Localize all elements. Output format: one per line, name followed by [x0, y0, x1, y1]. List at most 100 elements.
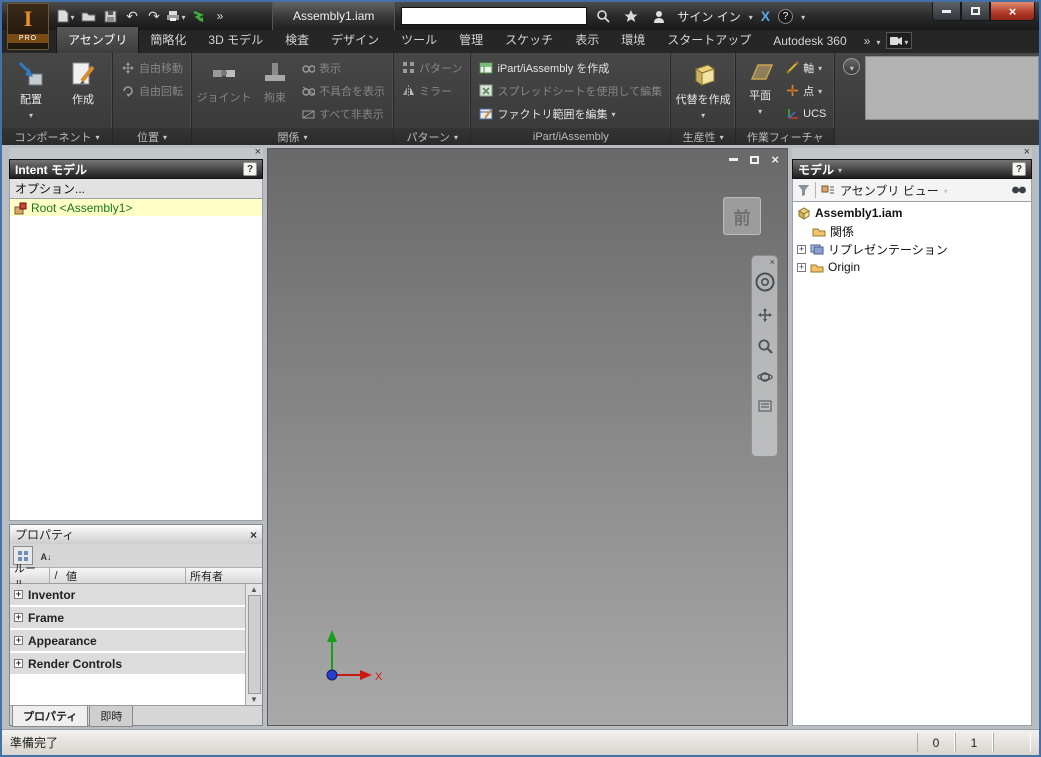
tab-view[interactable]: 表示 — [564, 27, 610, 53]
column-rule[interactable]: ルール — [10, 563, 50, 591]
pan-icon[interactable] — [757, 307, 773, 323]
navbar-menu-icon[interactable] — [758, 400, 772, 412]
group-label-relationships[interactable]: 関係 — [192, 128, 393, 145]
intent-options-link[interactable]: オプション... — [9, 179, 263, 199]
column-value[interactable]: 値 — [62, 568, 186, 583]
free-move-button[interactable]: 自由移動 — [117, 56, 187, 79]
view-mode-selector[interactable]: アセンブリ ビュー — [840, 182, 939, 199]
undo-button[interactable]: ↶ — [122, 5, 142, 27]
update-button[interactable] — [188, 5, 208, 27]
tab-environments[interactable]: 環境 — [610, 27, 656, 53]
minimize-button[interactable] — [932, 2, 961, 21]
expand-icon[interactable] — [14, 636, 23, 645]
help-dropdown-icon[interactable] — [801, 9, 805, 23]
edit-via-spreadsheet-button[interactable]: スプレッドシートを使用して編集 — [475, 79, 666, 102]
exchange-apps-icon[interactable]: X — [761, 8, 770, 24]
assembly-view-icon[interactable] — [821, 184, 835, 197]
tab-tools[interactable]: ツール — [390, 27, 448, 53]
model-header-dropdown-icon[interactable] — [838, 162, 842, 176]
tab-simplify[interactable]: 簡略化 — [139, 27, 197, 53]
toolbar-overflow-button[interactable]: » — [210, 5, 230, 27]
zoom-icon[interactable] — [757, 338, 773, 354]
property-row-inventor[interactable]: Inventor — [10, 584, 245, 607]
panel-grip[interactable] — [9, 148, 263, 159]
video-help-button[interactable] — [886, 32, 913, 49]
doc-minimize-icon[interactable] — [729, 158, 739, 161]
tree-node-assembly-root[interactable]: Assembly1.iam — [793, 204, 1031, 222]
find-icon[interactable] — [1011, 184, 1027, 196]
help-search-input[interactable] — [401, 7, 588, 25]
restore-button[interactable] — [961, 2, 990, 21]
edit-factory-scope-button[interactable]: ファクトリ範囲を編集 — [475, 102, 666, 125]
intent-help-button[interactable]: ? — [243, 162, 257, 176]
save-button[interactable] — [100, 5, 120, 27]
tree-node-relationships[interactable]: 関係 — [793, 222, 1031, 240]
point-button[interactable]: 点 — [782, 79, 830, 102]
panel-grip[interactable] — [792, 148, 1032, 159]
tab-autodesk-360[interactable]: Autodesk 360 — [762, 30, 857, 53]
scroll-down-icon[interactable]: ▼ — [250, 695, 258, 704]
model-help-button[interactable]: ? — [1012, 162, 1026, 176]
doc-restore-icon[interactable] — [750, 155, 760, 164]
expand-icon[interactable] — [14, 659, 23, 668]
column-owner[interactable]: 所有者 — [186, 568, 262, 583]
tab-design[interactable]: デザイン — [320, 27, 390, 53]
viewport-3d[interactable]: 前 X — [267, 148, 788, 726]
expand-icon[interactable] — [14, 590, 23, 599]
properties-header[interactable]: プロパティ — [10, 525, 262, 544]
search-button[interactable] — [593, 5, 613, 27]
view-mode-dropdown-icon[interactable] — [944, 183, 948, 197]
open-button[interactable] — [78, 5, 98, 27]
sign-in-button[interactable] — [649, 5, 669, 27]
axis-button[interactable]: 軸 — [782, 56, 830, 79]
close-button[interactable] — [990, 2, 1035, 21]
tree-node-origin[interactable]: Origin — [793, 258, 1031, 276]
property-row-frame[interactable]: Frame — [10, 607, 245, 630]
intent-root-node[interactable]: Root <Assembly1> — [10, 199, 262, 216]
application-menu-button[interactable]: I PRO — [7, 3, 49, 50]
tab-properties[interactable]: プロパティ — [12, 706, 89, 727]
expand-icon[interactable] — [14, 613, 23, 622]
plane-button[interactable]: 平面 — [740, 56, 780, 117]
favorites-button[interactable] — [621, 5, 641, 27]
tab-3d-model[interactable]: 3D モデル — [197, 27, 274, 53]
property-row-render-controls[interactable]: Render Controls — [10, 653, 245, 676]
property-row-appearance[interactable]: Appearance — [10, 630, 245, 653]
tab-inspect[interactable]: 検査 — [274, 27, 320, 53]
intent-panel-header[interactable]: Intent モデル ? — [9, 159, 263, 179]
pattern-button[interactable]: パターン — [398, 56, 466, 79]
navigation-wheel-icon[interactable] — [755, 272, 775, 292]
sign-in-label[interactable]: サイン イン — [677, 8, 740, 25]
create-component-button[interactable]: 作成 — [58, 56, 108, 107]
constrain-button[interactable]: 拘束 — [254, 56, 296, 105]
free-rotate-button[interactable]: 自由回転 — [117, 79, 187, 102]
ucs-button[interactable]: UCS — [782, 102, 830, 125]
tab-instant[interactable]: 即時 — [89, 706, 134, 727]
viewcube[interactable]: 前 — [723, 197, 761, 235]
group-label-component[interactable]: コンポーネント — [2, 128, 112, 145]
print-button[interactable] — [166, 5, 186, 27]
ribbon-collapse-button[interactable] — [843, 58, 861, 75]
orbit-icon[interactable] — [756, 369, 773, 385]
expand-icon[interactable] — [797, 262, 806, 272]
joint-button[interactable]: ジョイント — [196, 56, 252, 105]
model-panel-header[interactable]: モデル ? — [792, 159, 1032, 179]
navbar-close-icon[interactable] — [770, 257, 775, 267]
redo-button[interactable]: ↷ — [144, 5, 164, 27]
doc-close-icon[interactable] — [771, 152, 779, 167]
scroll-up-icon[interactable]: ▲ — [250, 585, 258, 594]
group-label-productivity[interactable]: 生産性 — [671, 128, 736, 145]
tab-get-started[interactable]: スタートアップ — [656, 27, 762, 53]
tab-overflow-chevron[interactable]: » — [864, 34, 871, 48]
sign-in-dropdown-icon[interactable] — [749, 9, 753, 23]
group-label-position[interactable]: 位置 — [113, 128, 191, 145]
create-substitute-button[interactable]: 代替を作成 — [675, 56, 731, 121]
filter-icon[interactable] — [797, 184, 810, 197]
tree-node-representations[interactable]: リプレゼンテーション — [793, 240, 1031, 258]
scrollbar-thumb[interactable] — [247, 595, 261, 694]
mirror-button[interactable]: ミラー — [398, 79, 466, 102]
place-component-button[interactable]: 配置 — [6, 56, 56, 121]
new-document-button[interactable] — [56, 5, 76, 27]
help-button[interactable]: ? — [778, 8, 794, 24]
tab-sketch[interactable]: スケッチ — [494, 27, 564, 53]
